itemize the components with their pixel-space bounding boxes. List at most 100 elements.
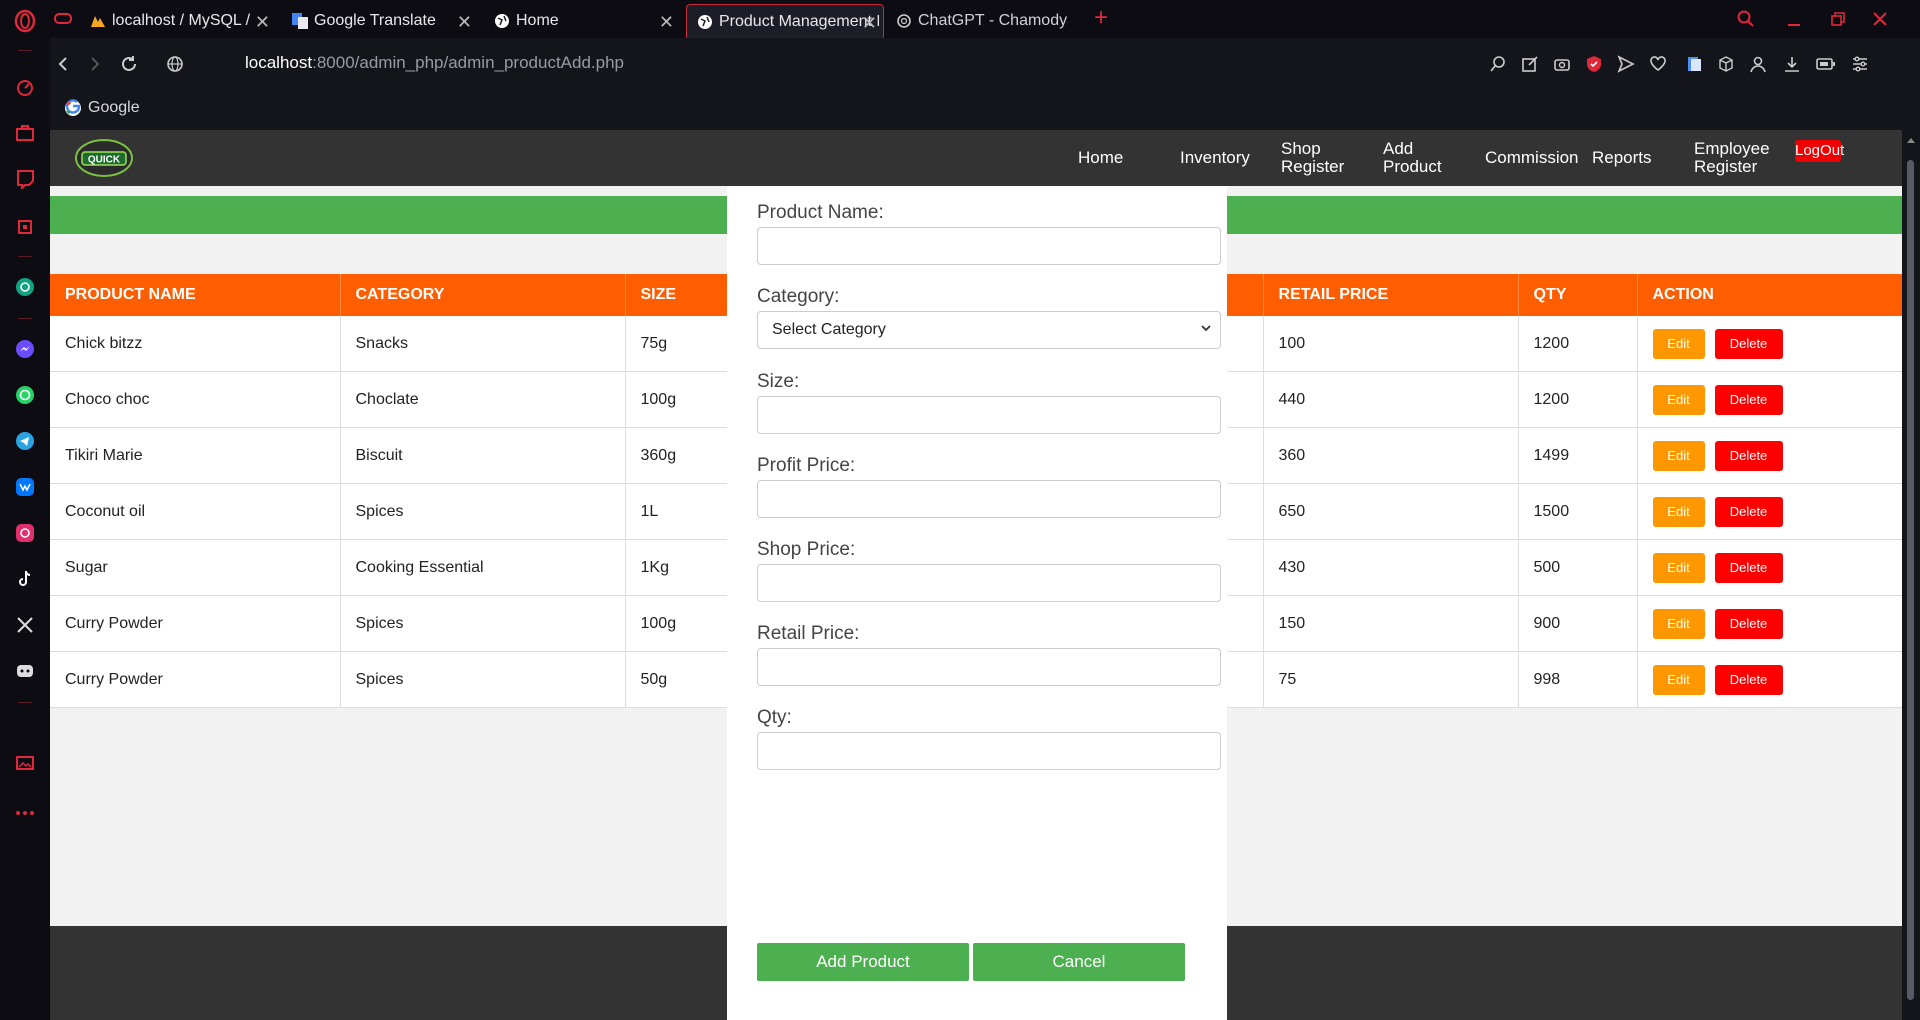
opera-logo-icon[interactable] [12,8,38,34]
new-tab-icon[interactable]: + [1094,6,1108,30]
size-label: Size: [757,371,800,392]
delete-button[interactable]: Delete [1714,440,1783,471]
reload-icon[interactable] [116,51,142,77]
edit-button[interactable]: Edit [1652,384,1705,415]
chatgpt-icon [896,13,912,29]
nav-home[interactable]: Home [1078,149,1123,167]
nav-shop-register-line1: Shop [1281,139,1321,158]
messenger-icon[interactable] [12,336,38,362]
delete-button[interactable]: Delete [1714,552,1783,583]
battery-saver-icon[interactable] [1814,52,1838,76]
col-qty: QTY [1518,274,1638,316]
cell-category: Choclate [340,371,626,428]
edit-button[interactable]: Edit [1652,608,1705,639]
close-icon[interactable]: ✕ [862,13,877,34]
instagram-icon[interactable] [12,520,38,546]
cell-qty: 900 [1518,595,1638,652]
tab-title: Google Translate [314,12,436,29]
find-icon[interactable] [1486,52,1510,76]
edit-button[interactable]: Edit [1652,328,1705,359]
edit-button[interactable]: Edit [1652,664,1705,695]
cell-retail-price: 440 [1263,371,1519,428]
delete-button[interactable]: Delete [1714,328,1783,359]
nav-reports[interactable]: Reports [1592,149,1652,167]
forward-icon[interactable] [82,51,108,77]
nav-commission[interactable]: Commission [1485,149,1579,167]
adblock-shield-icon[interactable] [1582,52,1606,76]
restore-icon[interactable] [1824,6,1852,32]
heart-icon[interactable] [1646,52,1670,76]
chatgpt-icon[interactable] [12,274,38,300]
send-icon[interactable] [1614,52,1638,76]
gamepad-icon[interactable] [53,9,73,27]
retail-price-input[interactable] [757,648,1221,686]
size-input[interactable] [757,396,1221,434]
site-info-icon[interactable] [162,51,188,77]
speed-dial-icon[interactable] [12,74,38,100]
qty-input[interactable] [757,732,1221,770]
share-icon[interactable] [1518,52,1542,76]
delete-button[interactable]: Delete [1714,608,1783,639]
tab-chatgpt[interactable]: ChatGPT - Chamodya's GPT [886,4,1086,38]
cell-retail-price: 360 [1263,427,1519,484]
cancel-button[interactable]: Cancel [973,943,1185,981]
quickmart-logo[interactable]: QUICK [72,138,136,178]
delete-button[interactable]: Delete [1714,496,1783,527]
edit-button[interactable]: Edit [1652,552,1705,583]
bookmarks-bar: Google [50,90,1920,130]
shop-price-input[interactable] [757,564,1221,602]
delete-button[interactable]: Delete [1714,384,1783,415]
add-product-button[interactable]: Add Product [757,943,969,981]
x-twitter-icon[interactable] [12,612,38,638]
nav-inventory[interactable]: Inventory [1180,149,1250,167]
wallet-icon[interactable] [1682,52,1706,76]
more-icon[interactable] [12,800,38,826]
bookmark-google[interactable]: Google [64,99,140,117]
tiktok-icon[interactable] [12,566,38,592]
easy-setup-icon[interactable] [1848,52,1872,76]
vk-icon[interactable] [12,474,38,500]
close-window-icon[interactable] [1866,6,1894,32]
translate-icon [292,13,308,29]
cell-retail-price: 650 [1263,483,1519,540]
product-name-input[interactable] [757,227,1221,265]
tab-bar: localhost / MySQL / quickm ✕ Google Tran… [50,0,1920,38]
nav-shop-register[interactable]: Shop Register [1281,140,1344,176]
scrollbar-thumb[interactable] [1907,160,1914,1000]
profile-icon[interactable] [1746,52,1770,76]
gallery-icon[interactable] [12,750,38,776]
url-field[interactable]: localhost:8000/admin_php/admin_productAd… [245,53,624,73]
category-select[interactable]: Select Category [757,311,1221,349]
scroll-up-icon[interactable] [1906,136,1916,144]
logout-button[interactable]: LogOut [1795,140,1844,162]
twitch-icon[interactable] [12,166,38,192]
camera-icon[interactable] [1550,52,1574,76]
briefcase-icon[interactable] [12,120,38,146]
delete-button[interactable]: Delete [1714,664,1783,695]
close-icon[interactable]: ✕ [659,12,674,33]
tab-product-management[interactable]: Product Management Page ✕ [686,4,884,38]
back-icon[interactable] [50,51,76,77]
discord-icon[interactable] [12,658,38,684]
cube-icon[interactable] [1714,52,1738,76]
search-icon[interactable] [1732,6,1760,32]
close-icon[interactable]: ✕ [457,12,472,33]
chip-icon[interactable] [12,214,38,240]
page-scrollbar[interactable] [1902,130,1920,1020]
close-icon[interactable]: ✕ [255,12,270,33]
download-icon[interactable] [1780,52,1804,76]
tab-phpmyadmin[interactable]: localhost / MySQL / quickm ✕ [80,4,280,38]
tab-google-translate[interactable]: Google Translate ✕ [282,4,482,38]
profit-price-input[interactable] [757,480,1221,518]
telegram-icon[interactable] [12,428,38,454]
edit-button[interactable]: Edit [1652,440,1705,471]
whatsapp-icon[interactable] [12,382,38,408]
cell-category: Snacks [340,316,626,372]
cell-action: Edit Delete [1637,651,1902,708]
nav-add-product[interactable]: Add Product [1383,140,1442,176]
tab-home[interactable]: Home ✕ [484,4,684,38]
minimize-icon[interactable] [1780,6,1808,32]
edit-button[interactable]: Edit [1652,496,1705,527]
nav-employee-register[interactable]: Employee Register [1694,140,1770,176]
globe-icon [697,14,713,30]
